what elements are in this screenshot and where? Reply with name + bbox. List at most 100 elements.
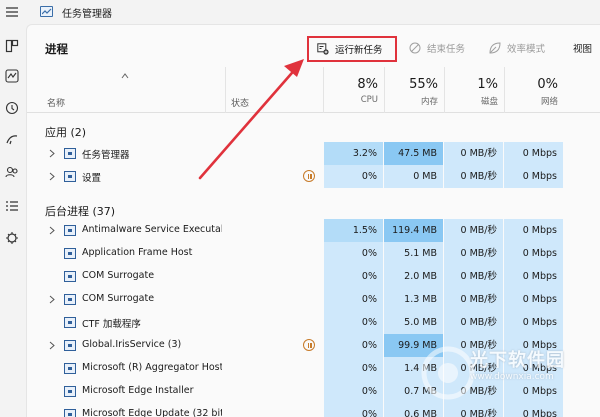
process-name: COM Surrogate [82, 270, 155, 281]
details-icon[interactable] [4, 198, 20, 214]
process-icon [64, 386, 76, 397]
disk-label: 磁盘 [480, 97, 498, 107]
cpu-cell: 1.5% [324, 219, 383, 242]
run-new-task-label: 运行新任务 [335, 45, 383, 56]
memory-cell: 1.3 MB [384, 288, 443, 311]
chevron-right-icon[interactable] [49, 226, 55, 235]
page-title: 进程 [45, 42, 68, 56]
process-name: Microsoft Edge Update (32 bit) [82, 408, 222, 417]
column-header: 名称 状态 8% CPU 55% 内存 1% 磁盘 0% 网络 [27, 67, 600, 113]
network-cell: 0 Mbps [504, 242, 563, 265]
process-name: CTF 加载程序 [82, 319, 141, 330]
process-icon [64, 225, 76, 236]
group-apps: 应用 (2) [45, 126, 87, 139]
memory-cell: 0 MB [384, 165, 443, 188]
chevron-right-icon[interactable] [49, 149, 55, 158]
view-label: 视图 [573, 44, 593, 55]
suspended-status-icon [303, 339, 315, 351]
disk-cell: 0 MB/秒 [444, 265, 503, 288]
process-icon [64, 363, 76, 374]
nav-rail [0, 7, 24, 417]
cpu-cell: 0% [324, 165, 383, 188]
memory-cell: 2.0 MB [384, 265, 443, 288]
process-row[interactable]: COM Surrogate 0% 2.0 MB 0 MB/秒 0 Mbps [27, 265, 600, 288]
app-history-icon[interactable] [4, 100, 20, 116]
process-name: COM Surrogate [82, 293, 155, 304]
network-cell: 0 Mbps [504, 288, 563, 311]
process-row[interactable]: COM Surrogate 0% 1.3 MB 0 MB/秒 0 Mbps [27, 288, 600, 311]
process-icon [64, 294, 76, 305]
chevron-right-icon[interactable] [49, 341, 55, 350]
services-icon[interactable] [4, 230, 20, 246]
efficiency-mode-button[interactable]: 效率模式 [489, 38, 545, 58]
process-icon [64, 171, 76, 182]
group-background: 后台进程 (37) [45, 205, 116, 218]
process-name: 设置 [82, 173, 102, 184]
end-task-label: 结束任务 [427, 44, 466, 55]
chevron-right-icon[interactable] [49, 295, 55, 304]
process-row[interactable]: 设置 0% 0 MB 0 MB/秒 0 Mbps [27, 165, 600, 188]
process-row[interactable]: CTF 加载程序 0% 5.0 MB 0 MB/秒 0 Mbps [27, 311, 600, 334]
process-icon [64, 148, 76, 159]
leaf-icon [489, 42, 501, 54]
process-name: Microsoft (R) Aggregator Host [82, 362, 222, 373]
users-icon[interactable] [4, 164, 20, 180]
memory-cell: 5.0 MB [384, 311, 443, 334]
task-manager-icon [40, 6, 53, 17]
view-button[interactable]: 视图 [573, 38, 592, 58]
run-new-task-button[interactable]: 运行新任务 [307, 36, 397, 62]
column-status[interactable]: 状态 [231, 96, 249, 109]
cpu-cell: 0% [324, 265, 383, 288]
disk-cell: 0 MB/秒 [444, 288, 503, 311]
memory-label: 内存 [420, 97, 438, 107]
process-icon [64, 409, 76, 417]
cpu-cell: 0% [324, 311, 383, 334]
network-cell: 0 Mbps [504, 165, 563, 188]
memory-cell: 119.4 MB [384, 219, 443, 242]
cpu-label: CPU [360, 95, 378, 105]
column-memory[interactable]: 55% 内存 [384, 67, 444, 107]
sort-caret-up-icon[interactable] [121, 73, 129, 79]
window-title: 任务管理器 [62, 9, 112, 20]
network-cell: 0 Mbps [504, 142, 563, 165]
cpu-total: 8% [357, 77, 378, 92]
disk-cell: 0 MB/秒 [444, 242, 503, 265]
process-name: Application Frame Host [82, 247, 193, 258]
performance-icon[interactable] [4, 68, 20, 84]
memory-total: 55% [409, 77, 438, 92]
run-task-icon [317, 43, 329, 55]
efficiency-mode-label: 效率模式 [507, 44, 546, 55]
column-divider[interactable] [225, 67, 226, 113]
process-name: 任务管理器 [82, 150, 130, 161]
column-cpu[interactable]: 8% CPU [324, 67, 384, 105]
cpu-cell: 0% [324, 357, 383, 380]
process-name: Antimalware Service Executable [82, 224, 222, 235]
toolbar: 进程 运行新任务 结束任务 效率模式 视图 [27, 25, 600, 67]
process-row[interactable]: Antimalware Service Executable 1.5% 119.4 … [27, 219, 600, 242]
watermark-url: www.downxia.com [470, 372, 554, 382]
disk-cell: 0 MB/秒 [444, 311, 503, 334]
startup-apps-icon[interactable] [4, 132, 20, 148]
watermark-text: 光下软件园 [470, 350, 565, 371]
network-label: 网络 [540, 97, 558, 107]
end-task-icon [409, 42, 421, 54]
process-icon [64, 340, 76, 351]
hamburger-menu-icon[interactable] [4, 4, 20, 20]
column-name[interactable]: 名称 [47, 96, 65, 109]
memory-cell: 47.5 MB [384, 142, 443, 165]
process-icon [64, 248, 76, 259]
chevron-right-icon[interactable] [49, 172, 55, 181]
process-icon [64, 317, 76, 328]
processes-icon[interactable] [4, 38, 20, 54]
process-row[interactable]: Application Frame Host 0% 5.1 MB 0 MB/秒 0 Mb… [27, 242, 600, 265]
network-cell: 0 Mbps [504, 219, 563, 242]
end-task-button[interactable]: 结束任务 [409, 38, 465, 58]
title-bar: 任务管理器 [0, 0, 600, 24]
column-network[interactable]: 0% 网络 [504, 67, 564, 107]
process-row[interactable]: 任务管理器 3.2% 47.5 MB 0 MB/秒 0 Mbps [27, 142, 600, 165]
column-disk[interactable]: 1% 磁盘 [444, 67, 504, 107]
disk-cell: 0 MB/秒 [444, 165, 503, 188]
cpu-cell: 0% [324, 334, 383, 357]
network-cell: 0 Mbps [504, 265, 563, 288]
network-total: 0% [537, 77, 558, 92]
